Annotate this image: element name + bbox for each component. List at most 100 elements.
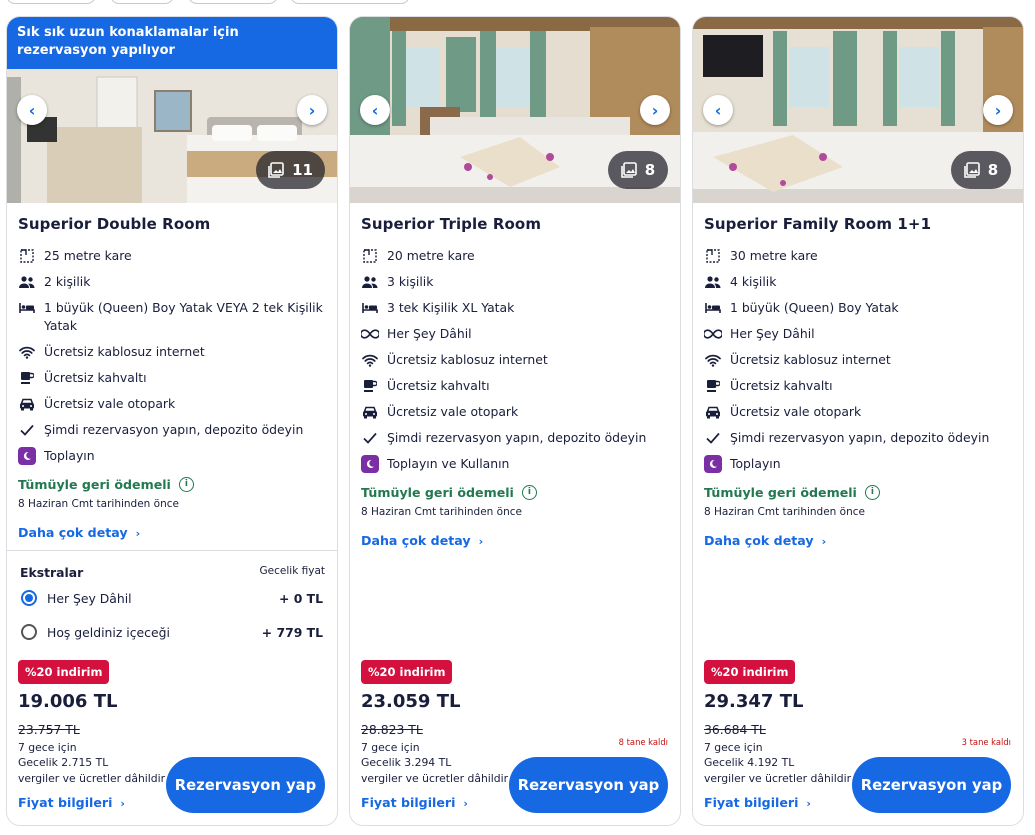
filter-chip[interactable]	[6, 0, 96, 4]
checkmark-icon	[18, 421, 36, 439]
chevron-right-icon: ›	[651, 100, 659, 120]
info-icon[interactable]: i	[864, 485, 880, 500]
previous-photo-button[interactable]: ‹	[17, 95, 47, 125]
bed-icon	[361, 299, 379, 317]
stay-length: 7 gece için	[18, 741, 77, 754]
photo-gallery-button[interactable]: 8	[951, 151, 1011, 189]
filter-chips-row	[0, 0, 1035, 4]
amenity-deposit: Şimdi rezervasyon yapın, depozito ödeyin	[704, 429, 1014, 447]
bed-icon	[18, 299, 36, 317]
taxes-note: vergiler ve ücretler dâhildir	[18, 772, 166, 785]
amenity-list: 30 metre kare 4 kişilik 1 büyük (Queen) …	[704, 247, 1014, 481]
amenity-all-inclusive: Her Şey Dâhil	[704, 325, 1014, 343]
chevron-right-icon: ›	[478, 535, 484, 548]
filter-chip[interactable]	[110, 0, 174, 4]
chevron-right-icon: ›	[994, 100, 1002, 120]
more-details-link[interactable]: Daha çok detay ›	[18, 525, 140, 540]
original-price: 23.757 TL	[18, 722, 80, 737]
price-info-link[interactable]: Fiyat bilgileri ›	[361, 795, 468, 810]
people-icon	[361, 273, 379, 291]
amenity-breakfast: Ücretsiz kahvaltı	[361, 377, 671, 395]
total-price: 19.006 TL	[18, 691, 118, 712]
photo-gallery-button[interactable]: 11	[256, 151, 325, 189]
discount-badge: %20 indirim	[361, 660, 453, 684]
chevron-right-icon: ›	[308, 100, 316, 120]
extra-option-all-inclusive[interactable]: Her Şey Dâhil + 0 TL	[21, 587, 323, 609]
divider	[7, 550, 337, 551]
coffee-cup-icon	[18, 369, 36, 387]
info-icon[interactable]: i	[178, 477, 194, 492]
moon-badge-icon	[18, 447, 36, 465]
price-info-link[interactable]: Fiyat bilgileri ›	[18, 795, 125, 810]
amenity-beds: 1 büyük (Queen) Boy Yatak	[704, 299, 1014, 317]
radio-unselected[interactable]	[21, 624, 37, 640]
room-photo[interactable]: ‹ › 8	[693, 17, 1023, 203]
reserve-button[interactable]: Rezervasyon yap	[852, 757, 1011, 813]
filter-chip[interactable]	[188, 0, 278, 4]
discount-badge: %20 indirim	[18, 660, 110, 684]
chevron-left-icon: ‹	[371, 100, 379, 120]
photo-count: 11	[292, 161, 313, 179]
floor-plan-icon	[361, 247, 379, 265]
nightly-price: Gecelik 4.192 TL	[704, 756, 795, 769]
next-photo-button[interactable]: ›	[640, 95, 670, 125]
refund-deadline: 8 Haziran Cmt tarihinden önce	[361, 506, 522, 518]
coffee-cup-icon	[361, 377, 379, 395]
room-title: Superior Triple Room	[361, 215, 542, 233]
amenity-guests: 4 kişilik	[704, 273, 1014, 291]
more-details-link[interactable]: Daha çok detay ›	[361, 533, 483, 548]
extras-title: Ekstralar	[20, 565, 84, 580]
photo-count: 8	[644, 161, 656, 179]
previous-photo-button[interactable]: ‹	[360, 95, 390, 125]
image-gallery-icon	[620, 162, 637, 178]
amenity-list: 20 metre kare 3 kişilik 3 tek Kişilik XL…	[361, 247, 671, 481]
more-details-link[interactable]: Daha çok detay ›	[704, 533, 826, 548]
image-gallery-icon	[268, 162, 284, 178]
nightly-price-header: Gecelik fiyat	[259, 565, 325, 577]
stay-length: 7 gece için	[361, 741, 420, 754]
refund-status: Tümüyle geri ödemeli i	[704, 485, 880, 500]
chevron-left-icon: ‹	[28, 100, 36, 120]
floor-plan-icon	[18, 247, 36, 265]
amenity-wifi: Ücretsiz kablosuz internet	[18, 343, 328, 361]
chevron-right-icon: ›	[463, 797, 468, 810]
photo-gallery-button[interactable]: 8	[608, 151, 668, 189]
chevron-right-icon: ›	[135, 527, 141, 540]
next-photo-button[interactable]: ›	[297, 95, 327, 125]
people-icon	[18, 273, 36, 291]
amenity-pay: Toplayın	[704, 455, 1014, 473]
car-icon	[704, 403, 722, 421]
radio-selected[interactable]	[21, 590, 37, 606]
info-icon[interactable]: i	[521, 485, 537, 500]
next-photo-button[interactable]: ›	[983, 95, 1013, 125]
reserve-button[interactable]: Rezervasyon yap	[509, 757, 668, 813]
amenity-guests: 2 kişilik	[18, 273, 328, 291]
refund-status: Tümüyle geri ödemeli i	[18, 477, 194, 492]
amenity-deposit: Şimdi rezervasyon yapın, depozito ödeyin	[18, 421, 328, 439]
photo-count: 8	[987, 161, 999, 179]
checkmark-icon	[361, 429, 379, 447]
room-photo[interactable]: ‹ › 8	[350, 17, 680, 203]
filter-chip[interactable]	[290, 0, 410, 4]
amenity-parking: Ücretsiz vale otopark	[704, 403, 1014, 421]
moon-badge-icon	[361, 455, 379, 473]
room-card-superior-double: Sık sık uzun konaklamalar için rezervasy…	[6, 16, 338, 826]
amenity-breakfast: Ücretsiz kahvaltı	[704, 377, 1014, 395]
amenity-area: 25 metre kare	[18, 247, 328, 265]
original-price: 36.684 TL	[704, 722, 766, 737]
room-title: Superior Double Room	[18, 215, 211, 233]
amenity-all-inclusive: Her Şey Dâhil	[361, 325, 671, 343]
car-icon	[361, 403, 379, 421]
original-price: 28.823 TL	[361, 722, 423, 737]
reserve-button[interactable]: Rezervasyon yap	[166, 757, 325, 813]
room-card-superior-triple: ‹ › 8 Superior Triple Room 20 metre kare…	[349, 16, 681, 826]
nightly-price: Gecelik 3.294 TL	[361, 756, 452, 769]
price-info-link[interactable]: Fiyat bilgileri ›	[704, 795, 811, 810]
taxes-note: vergiler ve ücretler dâhildir	[361, 772, 509, 785]
room-photo[interactable]: Sık sık uzun konaklamalar için rezervasy…	[7, 17, 337, 203]
chevron-right-icon: ›	[120, 797, 125, 810]
previous-photo-button[interactable]: ‹	[703, 95, 733, 125]
extra-option-welcome-drink[interactable]: Hoş geldiniz içeceği + 779 TL	[21, 621, 323, 643]
wifi-icon	[361, 351, 379, 369]
nightly-price: Gecelik 2.715 TL	[18, 756, 109, 769]
